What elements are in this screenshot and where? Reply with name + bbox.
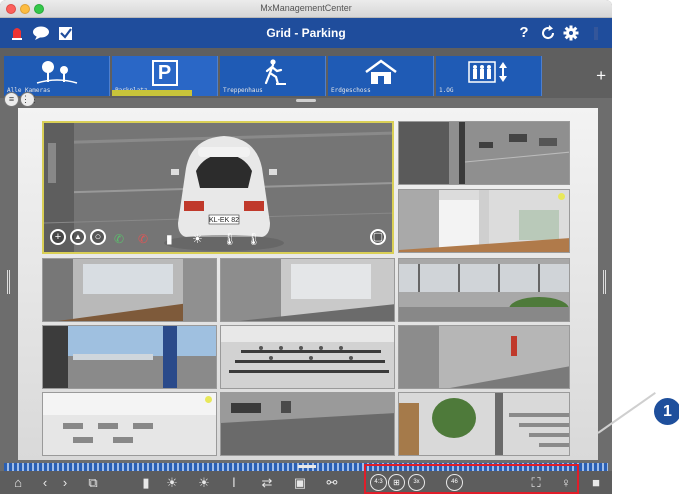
- tab-erdgeschoss[interactable]: Erdgeschoss: [328, 56, 434, 96]
- tab-1og[interactable]: 1.OG: [436, 56, 542, 96]
- menu-icon[interactable]: ≡: [4, 92, 19, 107]
- back-icon[interactable]: ‹: [40, 474, 50, 491]
- layout-icon[interactable]: ⧉: [86, 474, 100, 491]
- camera-view-parking-overhead[interactable]: [398, 121, 570, 185]
- camera-view-canteen[interactable]: [42, 392, 217, 456]
- camera-view-hall-2[interactable]: [220, 258, 395, 322]
- tabbar-resize-handle[interactable]: [296, 99, 316, 102]
- tab-alle-kameras[interactable]: Alle Kameras: [4, 56, 110, 96]
- top-toolbar: Grid - Parking ?: [0, 18, 612, 48]
- thermometer-icon: ǀ: [232, 475, 236, 490]
- walking-person-icon: [220, 59, 325, 86]
- license-plate-text: KL-EK 82: [209, 217, 239, 224]
- tab-parkplatz[interactable]: P Parkplatz: [112, 56, 218, 96]
- camera-view-outdoor[interactable]: [42, 325, 217, 389]
- link-icon[interactable]: ⚯: [324, 474, 340, 491]
- settings-icon[interactable]: [563, 24, 579, 42]
- left-panel-handle[interactable]: [7, 270, 11, 294]
- phone-accept-icon[interactable]: ✆: [114, 232, 124, 246]
- camera-view-parking-main[interactable]: KL-EK 82 + ▲ ○ ✆ ✆ ▮ ☀ 🌡 🌡 ▢: [42, 121, 394, 254]
- help-icon[interactable]: ?: [518, 24, 530, 42]
- camera-view-lobby[interactable]: [398, 189, 570, 253]
- mountain-icon[interactable]: ▲: [70, 229, 86, 245]
- people-elevator-icon: [436, 59, 541, 85]
- home-icon[interactable]: ⌂: [10, 474, 26, 491]
- right-panel-handle[interactable]: [603, 270, 607, 294]
- light-icon[interactable]: ☀: [192, 232, 203, 246]
- tab-label: 1.OG: [439, 87, 454, 94]
- callout-badge: 1: [654, 398, 679, 425]
- zoom-in-icon[interactable]: +: [50, 229, 66, 245]
- title-bar: MxManagementCenter: [0, 0, 612, 18]
- trees-icon: [4, 59, 109, 85]
- status-dot: [558, 193, 565, 200]
- house-icon: [328, 59, 433, 85]
- tab-treppenhaus[interactable]: Treppenhaus: [220, 56, 326, 96]
- thermometer-high-icon: 🌡: [246, 232, 262, 246]
- tab-label: Erdgeschoss: [331, 87, 371, 94]
- door-icon[interactable]: ▮: [166, 232, 173, 246]
- ptz-icon[interactable]: ○: [90, 229, 106, 245]
- app-title: MxManagementCenter: [260, 3, 352, 13]
- thermometer-icon: 🌡: [222, 232, 238, 246]
- fullscreen-icon[interactable]: ▢: [370, 229, 386, 245]
- add-tab-button[interactable]: +: [596, 66, 606, 86]
- sun-low-icon[interactable]: ☀: [164, 474, 180, 491]
- signal-icon: [590, 24, 602, 42]
- phone-hangup-icon[interactable]: ✆: [138, 232, 148, 246]
- refresh-icon[interactable]: [540, 24, 556, 42]
- camera-view-classroom[interactable]: [220, 325, 395, 389]
- grid-layout-icon[interactable]: ⋮⋮: [20, 92, 39, 107]
- app-window: MxManagementCenter Grid - Parking ? Alle…: [0, 0, 612, 494]
- camera-grid: KL-EK 82 + ▲ ○ ✆ ✆ ▮ ☀ 🌡 🌡 ▢: [18, 108, 598, 460]
- camera-view-courtyard[interactable]: [398, 258, 570, 322]
- door-icon[interactable]: ▮: [140, 474, 152, 491]
- tab-label: Treppenhaus: [223, 87, 263, 94]
- tab-label: Parkplatz: [115, 87, 148, 94]
- camera-view-hall-1[interactable]: [42, 258, 217, 322]
- status-dot: [205, 396, 212, 403]
- forward-icon[interactable]: ›: [60, 474, 70, 491]
- tab-bar: Alle Kameras P Parkplatz Treppenhaus Erd…: [0, 48, 612, 98]
- sun-high-icon[interactable]: ☀: [196, 474, 212, 491]
- camera-view-corridor[interactable]: [398, 325, 570, 389]
- lock-icon[interactable]: ■: [590, 474, 602, 491]
- snapshot-icon[interactable]: ▣: [292, 474, 308, 491]
- parking-icon: P: [112, 59, 217, 86]
- highlight-box: [364, 464, 579, 494]
- camera-view-garage[interactable]: [220, 392, 395, 456]
- bottom-resize-handle[interactable]: [298, 465, 316, 468]
- camera-view-stairs[interactable]: [398, 392, 570, 456]
- switch-icon[interactable]: ⇄: [258, 474, 276, 491]
